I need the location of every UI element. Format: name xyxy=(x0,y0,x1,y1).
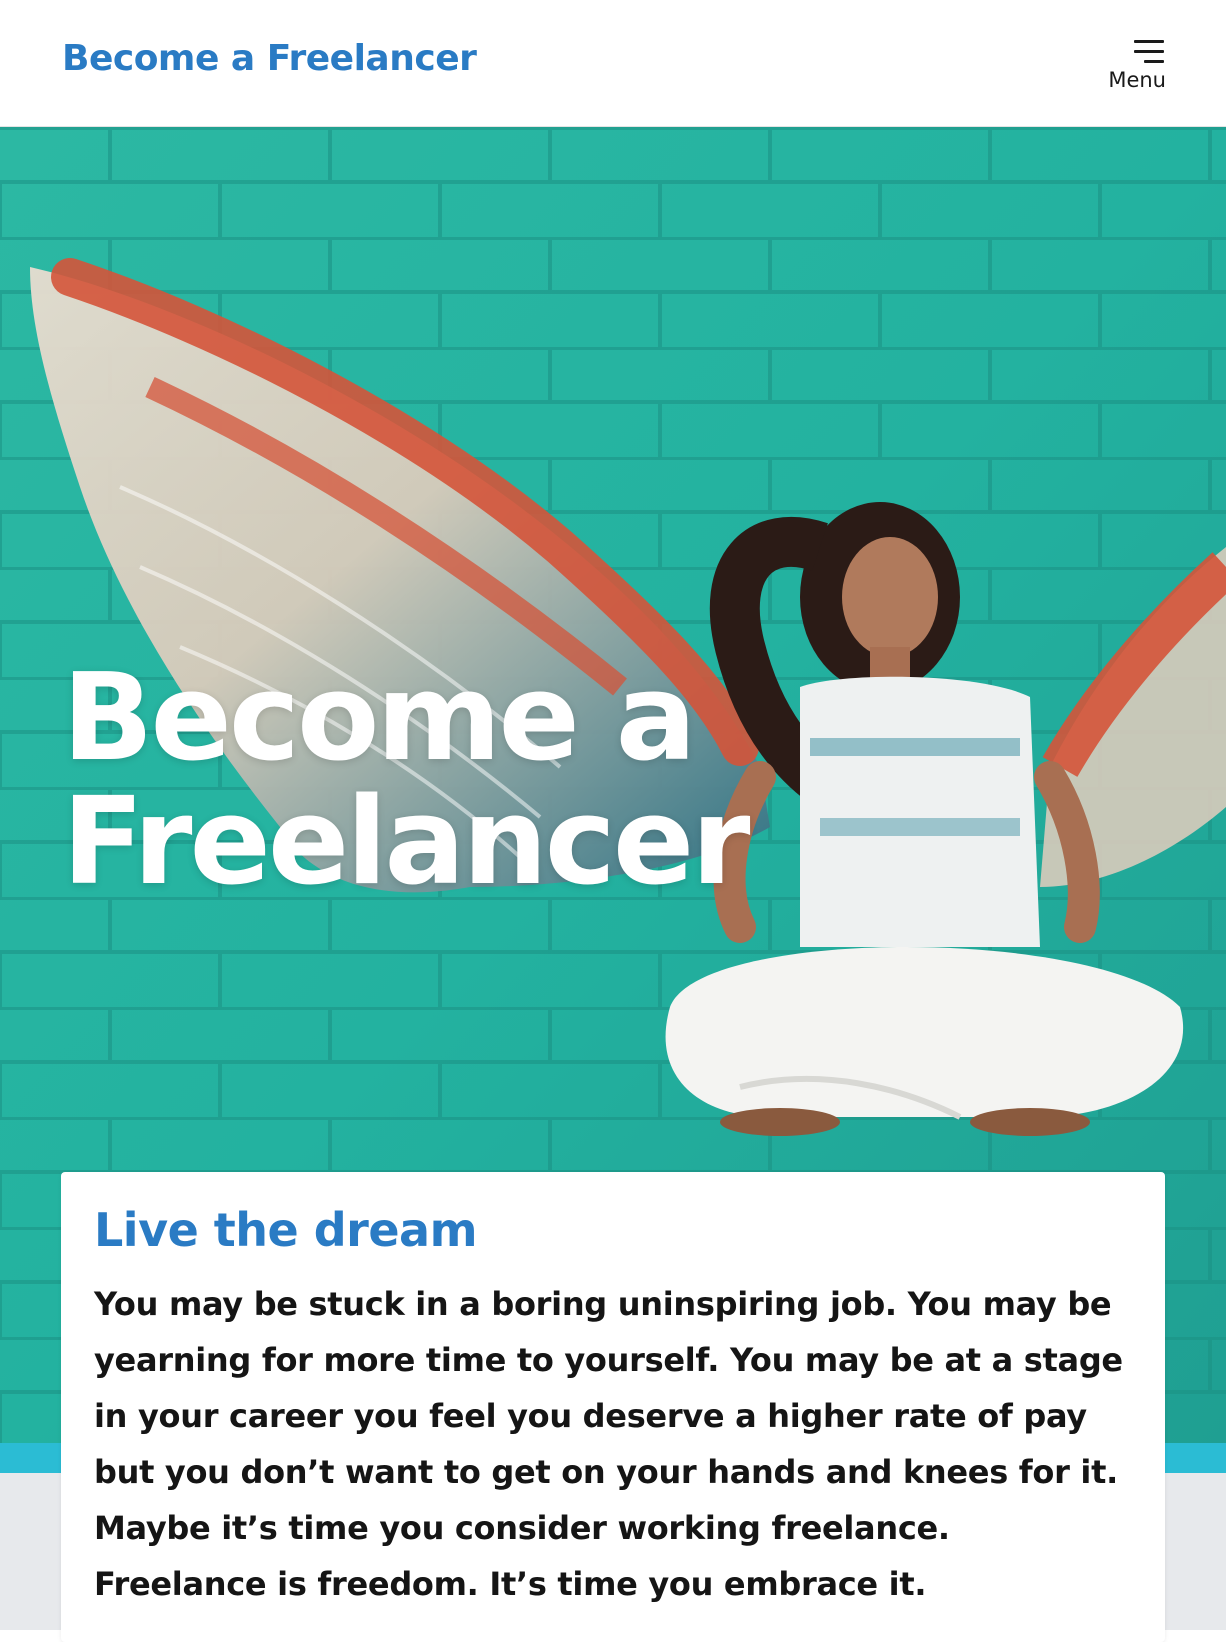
intro-paragraph: You may be stuck in a boring uninspiring… xyxy=(94,1285,1123,1603)
intro-heading: Live the dream xyxy=(94,1203,478,1257)
site-header: Become a Freelancer Menu xyxy=(0,0,1226,127)
menu-button[interactable]: Menu xyxy=(1098,34,1170,96)
menu-label: Menu xyxy=(1108,68,1166,92)
hero-title: Become a Freelancer xyxy=(62,649,751,912)
intro-card: Live the dream You may be stuck in a bor… xyxy=(61,1172,1165,1642)
hamburger-icon xyxy=(1134,40,1164,66)
site-title-link[interactable]: Become a Freelancer xyxy=(62,38,477,79)
